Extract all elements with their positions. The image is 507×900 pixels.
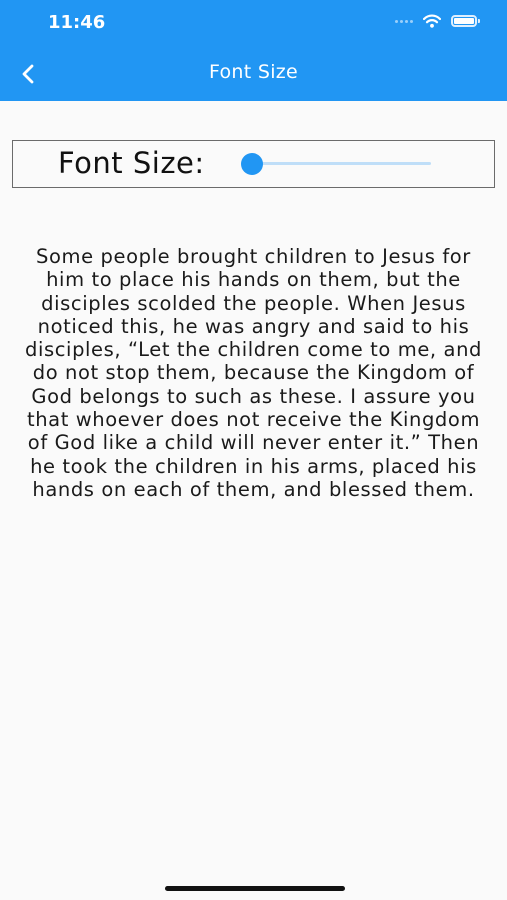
scripture-passage: Some people brought children to Jesus fo… [24,245,483,501]
wifi-icon [423,14,441,28]
font-size-label: Font Size: [58,146,205,180]
cellular-signal-icon [395,19,413,23]
font-size-slider[interactable] [241,152,431,176]
font-size-control: Font Size: [12,140,495,188]
page-title: Font Size [208,61,299,83]
status-icons [395,14,480,28]
slider-thumb[interactable] [241,153,263,175]
status-time: 11:46 [48,12,106,33]
battery-icon [451,15,480,27]
app-bar: 11:46 Font Size [0,0,507,101]
home-indicator [165,886,345,891]
slider-track [251,162,431,165]
